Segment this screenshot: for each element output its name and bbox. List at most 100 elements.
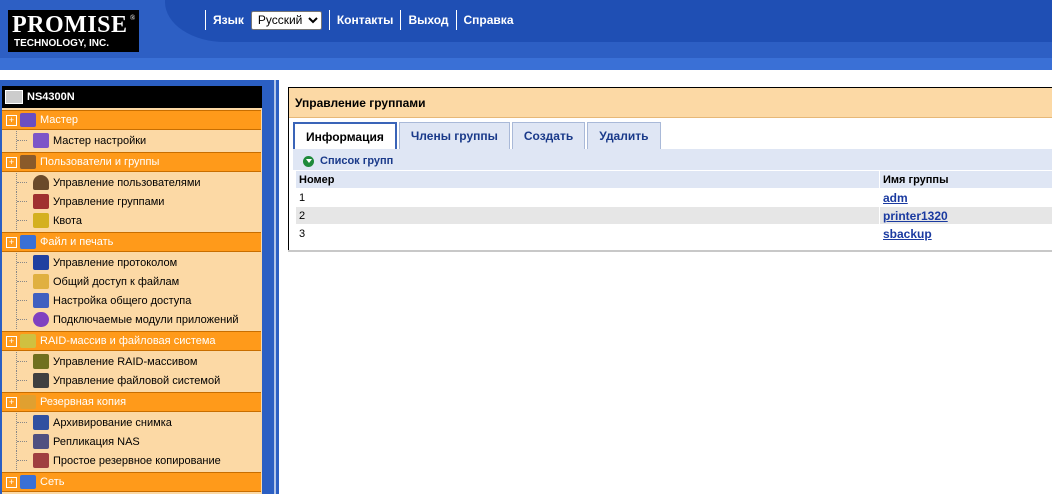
sidebar-item-simple-backup[interactable]: Простое резервное копирование xyxy=(2,451,260,470)
expand-icon[interactable]: + xyxy=(6,476,17,488)
user-icon xyxy=(33,175,49,190)
tab-info[interactable]: Информация xyxy=(293,122,397,150)
sidebar-item-replication[interactable]: Репликация NAS xyxy=(2,432,260,451)
sidebar-item-label: Управление RAID-массивом xyxy=(53,355,198,368)
tree-line xyxy=(16,310,31,329)
group-list-header[interactable]: Список групп xyxy=(293,152,1052,170)
sidebar-group-backup[interactable]: + Резервная копия xyxy=(2,392,261,412)
simple-backup-icon xyxy=(33,453,49,468)
nas-device-icon xyxy=(5,90,23,104)
group-name-link[interactable]: adm xyxy=(883,191,908,205)
logo-line1: PROMISE xyxy=(12,12,128,38)
sidebar: NS4300N + Мастер Мастер настройки + Поль… xyxy=(0,80,279,494)
row-group-name-cell: sbackup xyxy=(879,224,1052,243)
tree-line xyxy=(16,272,31,291)
tree-line xyxy=(16,173,31,192)
sidebar-item-share-setup[interactable]: Настройка общего доступа xyxy=(2,291,260,310)
table-header-row: Номер Имя группы xyxy=(295,170,1052,189)
sidebar-item-filesystem[interactable]: Управление файловой системой xyxy=(2,371,260,390)
sidebar-group-raid[interactable]: + RAID-массив и файловая система xyxy=(2,331,261,351)
file-print-icon xyxy=(20,235,36,249)
panel-shadow xyxy=(288,250,1052,252)
sidebar-item-protocol[interactable]: Управление протоколом xyxy=(2,253,260,272)
expand-icon[interactable]: + xyxy=(6,156,17,168)
device-row[interactable]: NS4300N xyxy=(2,86,262,108)
tab-members[interactable]: Члены группы xyxy=(398,122,510,149)
collapse-icon[interactable] xyxy=(303,155,314,167)
nav-separator xyxy=(455,10,457,30)
sidebar-item-label: Мастер настройки xyxy=(53,134,147,147)
tree-line xyxy=(16,371,31,390)
row-number: 1 xyxy=(295,188,880,207)
header-band xyxy=(0,70,1052,80)
header-strip xyxy=(0,58,1052,70)
group-icon xyxy=(33,194,49,209)
tree-line xyxy=(16,432,31,451)
tab-bar: Информация Члены группы Создать Удалить xyxy=(293,122,663,150)
nav-help-link[interactable]: Справка xyxy=(464,13,514,27)
sidebar-item-file-sharing[interactable]: Общий доступ к файлам xyxy=(2,272,260,291)
sidebar-group-label: RAID-массив и файловая система xyxy=(40,335,216,347)
tree-line xyxy=(16,413,31,432)
tab-create[interactable]: Создать xyxy=(511,122,586,149)
raid-manage-icon xyxy=(33,354,49,369)
replication-icon xyxy=(33,434,49,449)
group-name-link[interactable]: printer1320 xyxy=(883,209,948,223)
sidebar-group-label: Файл и печать xyxy=(40,236,114,248)
share-setup-icon xyxy=(33,293,49,308)
nav-contacts-link[interactable]: Контакты xyxy=(337,13,394,27)
nav-logout-link[interactable]: Выход xyxy=(408,13,448,27)
sidebar-item-raid-manage[interactable]: Управление RAID-массивом xyxy=(2,352,260,371)
column-header-group-name: Имя группы xyxy=(879,170,1052,189)
expand-icon[interactable]: + xyxy=(6,396,17,408)
sidebar-group-label: Мастер xyxy=(40,114,79,126)
table-row: 2 printer1320 xyxy=(295,206,1052,225)
filesystem-icon xyxy=(33,373,49,388)
tree-line xyxy=(16,291,31,310)
sidebar-item-label: Общий доступ к файлам xyxy=(53,275,180,288)
nav-separator xyxy=(205,10,206,30)
sidebar-item-group-management[interactable]: Управление группами xyxy=(2,192,260,211)
protocol-icon xyxy=(33,255,49,270)
folder-share-icon xyxy=(33,274,49,289)
tree-line xyxy=(16,211,31,230)
table-row: 1 adm xyxy=(295,188,1052,207)
sidebar-item-label: Настройка общего доступа xyxy=(53,294,192,307)
nav-separator xyxy=(328,10,330,30)
group-name-link[interactable]: sbackup xyxy=(883,227,932,241)
tree-line xyxy=(16,451,31,470)
group-table: Номер Имя группы 1 adm 2 printer1320 3 s… xyxy=(295,170,1052,243)
sidebar-item-wizard-setup[interactable]: Мастер настройки xyxy=(2,131,260,150)
tab-delete[interactable]: Удалить xyxy=(587,122,661,149)
sidebar-group-label: Пользователи и группы xyxy=(40,156,160,168)
row-number: 2 xyxy=(295,206,880,225)
plugin-icon xyxy=(33,312,49,327)
sidebar-item-plugins[interactable]: Подключаемые модули приложений xyxy=(2,310,260,329)
device-name: NS4300N xyxy=(27,91,75,103)
expand-icon[interactable]: + xyxy=(6,335,17,347)
table-row: 3 sbackup xyxy=(295,224,1052,243)
language-label: Язык xyxy=(213,13,244,27)
tree-line xyxy=(16,352,31,371)
column-header-number: Номер xyxy=(295,170,880,189)
sidebar-group-wizard[interactable]: + Мастер xyxy=(2,110,261,130)
sidebar-item-label: Архивирование снимка xyxy=(53,416,172,429)
sidebar-group-label: Сеть xyxy=(40,476,65,488)
expand-icon[interactable]: + xyxy=(6,236,17,248)
quota-icon xyxy=(33,213,49,228)
logo-reg: ® xyxy=(130,14,136,22)
sidebar-group-users-groups[interactable]: + Пользователи и группы xyxy=(2,152,261,172)
sidebar-item-label: Квота xyxy=(53,214,83,227)
row-group-name-cell: adm xyxy=(879,188,1052,207)
sidebar-item-label: Репликация NAS xyxy=(53,435,140,448)
sidebar-item-user-management[interactable]: Управление пользователями xyxy=(2,173,260,192)
sidebar-group-file-print[interactable]: + Файл и печать xyxy=(2,232,261,252)
sidebar-group-label: Резервная копия xyxy=(40,396,127,408)
sidebar-item-snapshot[interactable]: Архивирование снимка xyxy=(2,413,260,432)
expand-icon[interactable]: + xyxy=(6,114,17,126)
snapshot-icon xyxy=(33,415,49,430)
language-select[interactable]: Русский xyxy=(250,10,322,30)
sidebar-item-quota[interactable]: Квота xyxy=(2,211,260,230)
sidebar-group-network[interactable]: + Сеть xyxy=(2,472,261,492)
tree-line xyxy=(16,253,31,272)
